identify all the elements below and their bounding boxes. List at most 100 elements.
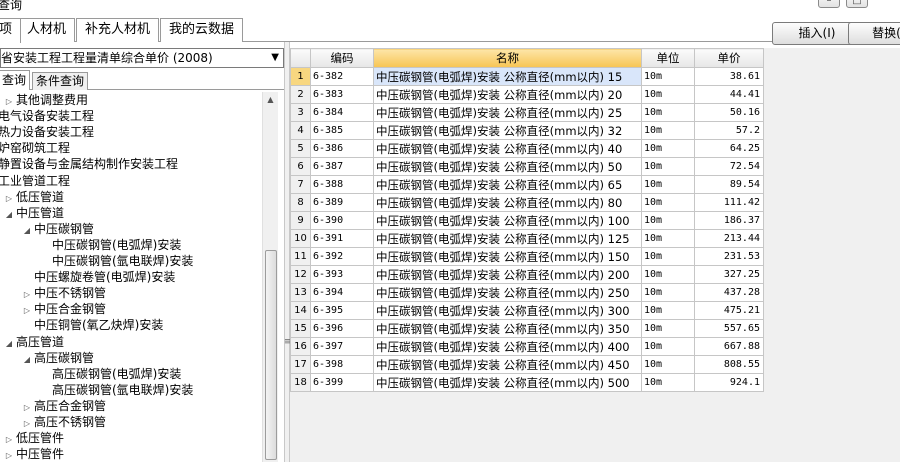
- tree-node[interactable]: ▷ 低压管件: [4, 430, 64, 446]
- cell-code[interactable]: 6-387: [310, 157, 374, 176]
- tab-supplementary-labor-material-machine[interactable]: 补充人材机: [76, 18, 160, 42]
- cell-code[interactable]: 6-392: [310, 247, 374, 266]
- cell-unit[interactable]: 10m: [641, 337, 695, 356]
- row-number[interactable]: 3: [290, 103, 311, 122]
- cell-price[interactable]: 924.1: [694, 373, 764, 392]
- cell-price[interactable]: 72.54: [694, 157, 764, 176]
- row-number[interactable]: 11: [290, 247, 311, 266]
- tree-node[interactable]: 中压碳钢管(氩电联焊)安装: [40, 253, 193, 269]
- cell-name[interactable]: 中压碳钢管(电弧焊)安装 公称直径(mm以内) 25: [373, 103, 642, 122]
- row-number[interactable]: 12: [290, 265, 311, 284]
- cell-code[interactable]: 6-396: [310, 319, 374, 338]
- cell-price[interactable]: 89.54: [694, 175, 764, 194]
- table-row[interactable]: 10 6-391 中压碳钢管(电弧焊)安装 公称直径(mm以内) 125 10m 213…: [290, 229, 764, 248]
- cell-unit[interactable]: 10m: [641, 85, 695, 104]
- tree-node[interactable]: ◢ 中压管道: [4, 205, 64, 221]
- tree-node[interactable]: 炉窑砌筑工程: [0, 140, 70, 156]
- cell-price[interactable]: 213.44: [694, 229, 764, 248]
- cell-code[interactable]: 6-383: [310, 85, 374, 104]
- cell-unit[interactable]: 10m: [641, 283, 695, 302]
- tree-scrollbar[interactable]: ▲: [262, 92, 278, 462]
- tree-node[interactable]: ▷ 低压管道: [4, 189, 64, 205]
- table-row[interactable]: 3 6-384 中压碳钢管(电弧焊)安装 公称直径(mm以内) 25 10m 50.16: [290, 103, 764, 122]
- table-row[interactable]: 12 6-393 中压碳钢管(电弧焊)安装 公称直径(mm以内) 200 10m 327…: [290, 265, 764, 284]
- tab-my-cloud-data[interactable]: 我的云数据: [160, 18, 244, 42]
- cell-name[interactable]: 中压碳钢管(电弧焊)安装 公称直径(mm以内) 500: [373, 373, 642, 392]
- cell-unit[interactable]: 10m: [641, 103, 695, 122]
- row-number[interactable]: 2: [290, 85, 311, 104]
- library-select[interactable]: 省安装工程工程量清单综合单价 (2008) ▼: [0, 48, 284, 68]
- cell-code[interactable]: 6-388: [310, 175, 374, 194]
- scrollbar-thumb[interactable]: [265, 250, 277, 460]
- tree-node[interactable]: ◢ 高压碳钢管: [22, 350, 94, 366]
- tree-node[interactable]: ◢ 中压碳钢管: [22, 221, 94, 237]
- table-row[interactable]: 15 6-396 中压碳钢管(电弧焊)安装 公称直径(mm以内) 350 10m 557…: [290, 319, 764, 338]
- table-row[interactable]: 14 6-395 中压碳钢管(电弧焊)安装 公称直径(mm以内) 300 10m 475…: [290, 301, 764, 320]
- row-number[interactable]: 14: [290, 301, 311, 320]
- cell-price[interactable]: 50.16: [694, 103, 764, 122]
- table-row[interactable]: 5 6-386 中压碳钢管(电弧焊)安装 公称直径(mm以内) 40 10m 64.25: [290, 139, 764, 158]
- cell-name[interactable]: 中压碳钢管(电弧焊)安装 公称直径(mm以内) 400: [373, 337, 642, 356]
- row-number[interactable]: 7: [290, 175, 311, 194]
- tree-node[interactable]: 热力设备安装工程: [0, 124, 94, 140]
- cell-name[interactable]: 中压碳钢管(电弧焊)安装 公称直径(mm以内) 200: [373, 265, 642, 284]
- table-row[interactable]: 18 6-399 中压碳钢管(电弧焊)安装 公称直径(mm以内) 500 10m 924…: [290, 373, 764, 392]
- table-row[interactable]: 11 6-392 中压碳钢管(电弧焊)安装 公称直径(mm以内) 150 10m 231…: [290, 247, 764, 266]
- table-row[interactable]: 6 6-387 中压碳钢管(电弧焊)安装 公称直径(mm以内) 50 10m 72.54: [290, 157, 764, 176]
- cell-unit[interactable]: 10m: [641, 229, 695, 248]
- tree-node[interactable]: 静置设备与金属结构制作安装工程: [0, 156, 178, 172]
- cell-price[interactable]: 557.65: [694, 319, 764, 338]
- maximize-button[interactable]: □: [846, 0, 868, 8]
- subtab-conditional-query[interactable]: 条件查询: [32, 72, 89, 90]
- cell-unit[interactable]: 10m: [641, 175, 695, 194]
- cell-code[interactable]: 6-384: [310, 103, 374, 122]
- minimize-button[interactable]: –: [818, 0, 840, 8]
- cell-price[interactable]: 475.21: [694, 301, 764, 320]
- cell-unit[interactable]: 10m: [641, 157, 695, 176]
- collapse-icon[interactable]: ◢: [4, 207, 14, 223]
- cell-unit[interactable]: 10m: [641, 139, 695, 158]
- cell-name[interactable]: 中压碳钢管(电弧焊)安装 公称直径(mm以内) 125: [373, 229, 642, 248]
- table-row[interactable]: 4 6-385 中压碳钢管(电弧焊)安装 公称直径(mm以内) 32 10m 57.2: [290, 121, 764, 140]
- cell-price[interactable]: 808.55: [694, 355, 764, 374]
- cell-price[interactable]: 667.88: [694, 337, 764, 356]
- row-number[interactable]: 17: [290, 355, 311, 374]
- table-row[interactable]: 17 6-398 中压碳钢管(电弧焊)安装 公称直径(mm以内) 450 10m 808…: [290, 355, 764, 374]
- cell-unit[interactable]: 10m: [641, 247, 695, 266]
- cell-unit[interactable]: 10m: [641, 265, 695, 284]
- expand-icon[interactable]: ▷: [4, 448, 14, 462]
- cell-price[interactable]: 327.25: [694, 265, 764, 284]
- scroll-up-icon[interactable]: ▲: [263, 92, 278, 108]
- cell-price[interactable]: 186.37: [694, 211, 764, 230]
- cell-unit[interactable]: 10m: [641, 193, 695, 212]
- tree-node[interactable]: ▷ 其他调整费用: [4, 92, 88, 108]
- cell-unit[interactable]: 10m: [641, 373, 695, 392]
- cell-price[interactable]: 231.53: [694, 247, 764, 266]
- tree-node[interactable]: ▷ 高压合金钢管: [22, 398, 106, 414]
- cell-name[interactable]: 中压碳钢管(电弧焊)安装 公称直径(mm以内) 250: [373, 283, 642, 302]
- row-number[interactable]: 5: [290, 139, 311, 158]
- row-number[interactable]: 13: [290, 283, 311, 302]
- row-number[interactable]: 15: [290, 319, 311, 338]
- row-number[interactable]: 10: [290, 229, 311, 248]
- tab-labor-material-machine[interactable]: 人材机: [18, 18, 76, 42]
- table-row[interactable]: 7 6-388 中压碳钢管(电弧焊)安装 公称直径(mm以内) 65 10m 89.54: [290, 175, 764, 194]
- tree-node[interactable]: ▷ 中压合金钢管: [22, 301, 106, 317]
- cell-name[interactable]: 中压碳钢管(电弧焊)安装 公称直径(mm以内) 65: [373, 175, 642, 194]
- tab-items[interactable]: 项: [0, 18, 22, 43]
- collapse-icon[interactable]: ◢: [22, 223, 32, 239]
- cell-unit[interactable]: 10m: [641, 67, 695, 86]
- table-row[interactable]: 9 6-390 中压碳钢管(电弧焊)安装 公称直径(mm以内) 100 10m 186.…: [290, 211, 764, 230]
- cell-unit[interactable]: 10m: [641, 121, 695, 140]
- cell-price[interactable]: 44.41: [694, 85, 764, 104]
- cell-name[interactable]: 中压碳钢管(电弧焊)安装 公称直径(mm以内) 100: [373, 211, 642, 230]
- cell-name[interactable]: 中压碳钢管(电弧焊)安装 公称直径(mm以内) 300: [373, 301, 642, 320]
- col-header-name[interactable]: 名称: [373, 48, 642, 68]
- cell-code[interactable]: 6-390: [310, 211, 374, 230]
- table-row[interactable]: 2 6-383 中压碳钢管(电弧焊)安装 公称直径(mm以内) 20 10m 44.41: [290, 85, 764, 104]
- row-number[interactable]: 9: [290, 211, 311, 230]
- cell-name[interactable]: 中压碳钢管(电弧焊)安装 公称直径(mm以内) 32: [373, 121, 642, 140]
- cell-name[interactable]: 中压碳钢管(电弧焊)安装 公称直径(mm以内) 80: [373, 193, 642, 212]
- tree-node[interactable]: ◢ 高压管道: [4, 334, 64, 350]
- row-number[interactable]: 6: [290, 157, 311, 176]
